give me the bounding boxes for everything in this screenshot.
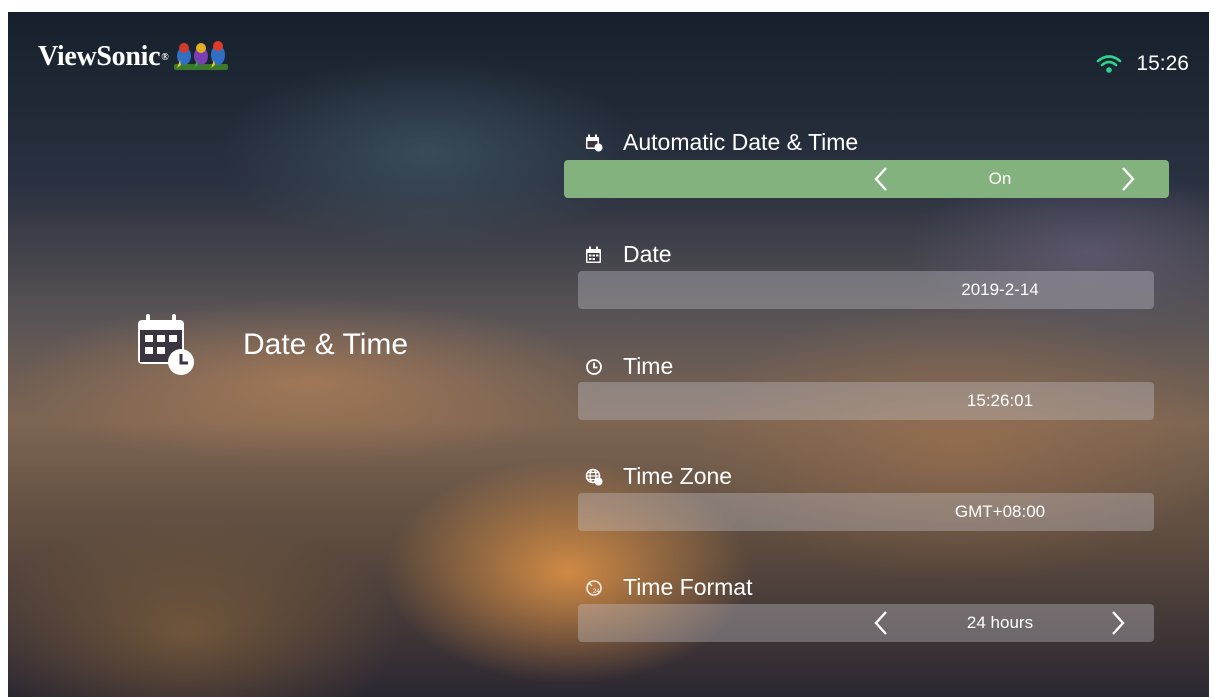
setting-label-text: Time Format bbox=[623, 574, 753, 600]
projector-screen: ViewSonic ® 15:26 Date & Time Automatic … bbox=[8, 12, 1209, 697]
setting-label-text: Automatic Date & Time bbox=[623, 129, 859, 155]
brand-registered-mark: ® bbox=[161, 51, 169, 63]
setting-value: On bbox=[988, 169, 1012, 188]
clock-24-icon: 24 bbox=[586, 579, 602, 596]
birds-logo-icon bbox=[174, 41, 229, 70]
clock-icon bbox=[586, 358, 602, 375]
setting-date[interactable]: 2019-2-14 bbox=[578, 271, 1154, 309]
setting-time[interactable]: 15:26:01 bbox=[578, 382, 1154, 420]
setting-label-text: Time Zone bbox=[623, 463, 733, 489]
chevron-left-icon[interactable] bbox=[872, 166, 890, 192]
setting-value: 15:26:01 bbox=[966, 391, 1034, 410]
chevron-right-icon[interactable] bbox=[1109, 610, 1127, 636]
setting-label-time: Time bbox=[585, 353, 673, 380]
setting-value: GMT+08:00 bbox=[954, 502, 1046, 521]
calendar-auto-icon bbox=[586, 134, 603, 151]
calendar-clock-icon bbox=[138, 314, 194, 375]
setting-label-automatic-date-time: Automatic Date & Time bbox=[585, 129, 858, 156]
setting-label-text: Time bbox=[623, 353, 674, 379]
section-header: Date & Time bbox=[136, 312, 408, 378]
chevron-left-icon[interactable] bbox=[872, 610, 890, 636]
svg-text:24: 24 bbox=[593, 589, 600, 595]
page-title: Date & Time bbox=[243, 328, 409, 361]
setting-value: 2019-2-14 bbox=[961, 280, 1039, 299]
clock: 15:26 bbox=[1136, 52, 1189, 75]
globe-clock-icon bbox=[585, 468, 603, 485]
wifi-icon bbox=[1097, 55, 1122, 73]
setting-label-time-format: 24 Time Format bbox=[585, 574, 753, 601]
brand-logo: ViewSonic ® bbox=[38, 40, 230, 74]
setting-automatic-date-time[interactable]: On bbox=[564, 160, 1169, 198]
setting-label-time-zone: Time Zone bbox=[585, 463, 732, 490]
setting-value: 24 hours bbox=[966, 613, 1034, 632]
setting-label-date: Date bbox=[585, 241, 672, 268]
chevron-right-icon[interactable] bbox=[1119, 166, 1137, 192]
status-bar: 15:26 bbox=[1096, 52, 1189, 76]
brand-name: ViewSonic bbox=[38, 41, 161, 72]
setting-label-text: Date bbox=[623, 241, 672, 267]
setting-time-format[interactable]: 24 hours bbox=[578, 604, 1154, 642]
setting-time-zone[interactable]: GMT+08:00 bbox=[578, 493, 1154, 531]
calendar-icon bbox=[586, 246, 601, 263]
